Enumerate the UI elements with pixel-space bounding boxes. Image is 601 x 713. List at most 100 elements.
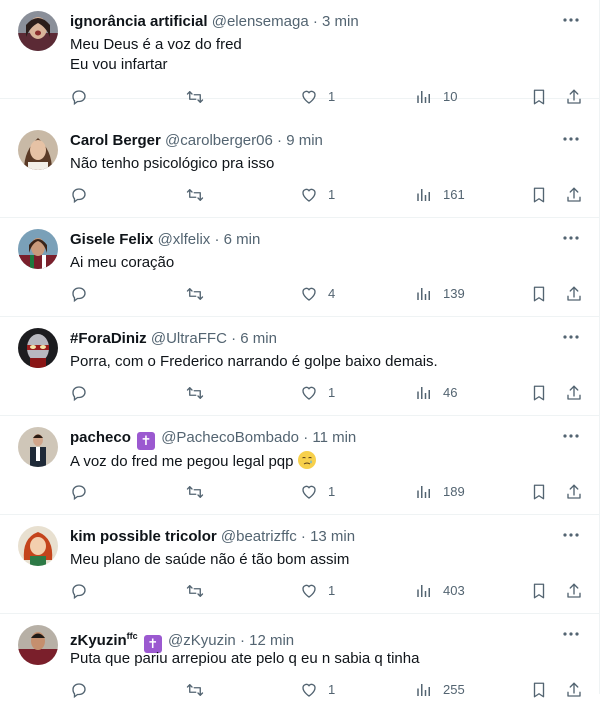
reply-icon (70, 483, 88, 501)
like-button[interactable]: 1 (300, 581, 335, 601)
tweet-text-line: A voz do fred me pegou legal pqp (70, 453, 294, 470)
views-button[interactable]: 46 (415, 383, 457, 403)
retweet-button[interactable] (185, 482, 205, 502)
like-button[interactable]: 1 (300, 680, 335, 700)
timestamp[interactable]: 9 min (286, 132, 323, 149)
handle[interactable]: @elensemaga (212, 13, 309, 30)
timestamp[interactable]: 6 min (240, 330, 277, 347)
avatar[interactable] (18, 229, 58, 269)
views-button[interactable]: 139 (415, 284, 465, 304)
share-button[interactable] (565, 284, 583, 304)
tweet[interactable]: #ForaDiniz @UltraFFC · 6 min Porra, com … (0, 317, 599, 416)
bookmark-button[interactable] (530, 185, 548, 205)
views-button[interactable]: 161 (415, 185, 465, 205)
retweet-button[interactable] (185, 87, 205, 107)
share-icon (565, 384, 583, 402)
tweet-text: A voz do fred me pegou legal pqp (70, 451, 316, 472)
display-name[interactable]: #ForaDiniz (70, 330, 147, 347)
more-icon[interactable] (561, 228, 581, 248)
tweet[interactable]: Carol Berger @carolberger06 · 9 min Não … (0, 119, 599, 218)
share-icon (565, 186, 583, 204)
tweet[interactable]: Gisele Felix @xlfelix · 6 min Ai meu cor… (0, 218, 599, 317)
retweet-icon (185, 88, 205, 106)
retweet-button[interactable] (185, 581, 205, 601)
reply-button[interactable] (70, 680, 88, 700)
retweet-button[interactable] (185, 284, 205, 304)
more-icon[interactable] (561, 426, 581, 446)
like-button[interactable]: 1 (300, 185, 335, 205)
views-button[interactable]: 10 (415, 87, 457, 107)
handle[interactable]: @zKyuzin (168, 632, 236, 649)
tweet[interactable]: kim possible tricolor @beatrizffc · 13 m… (0, 515, 599, 614)
views-button[interactable]: 403 (415, 581, 465, 601)
bookmark-button[interactable] (530, 383, 548, 403)
bookmark-button[interactable] (530, 482, 548, 502)
tweet[interactable]: pacheco ✝ @PachecoBombado · 11 min A voz… (0, 416, 599, 515)
display-name[interactable]: ignorância artificial (70, 13, 208, 30)
more-icon[interactable] (561, 525, 581, 545)
share-button[interactable] (565, 185, 583, 205)
retweet-button[interactable] (185, 680, 205, 700)
bookmark-button[interactable] (530, 87, 548, 107)
timestamp[interactable]: 11 min (312, 429, 356, 446)
display-name[interactable]: Gisele Felix (70, 231, 153, 248)
avatar[interactable] (18, 427, 58, 467)
reply-button[interactable] (70, 185, 88, 205)
bookmark-button[interactable] (530, 284, 548, 304)
display-name[interactable]: pacheco (70, 429, 131, 446)
timestamp[interactable]: 13 min (310, 528, 355, 545)
reply-button[interactable] (70, 581, 88, 601)
heart-icon (300, 384, 318, 402)
view-count: 255 (443, 682, 465, 697)
retweet-button[interactable] (185, 383, 205, 403)
tweet-text: Não tenho psicológico pra isso (70, 154, 274, 174)
handle[interactable]: @xlfelix (158, 231, 211, 248)
reply-button[interactable] (70, 87, 88, 107)
reply-icon (70, 285, 88, 303)
like-button[interactable]: 1 (300, 87, 335, 107)
share-button[interactable] (565, 482, 583, 502)
more-icon[interactable] (561, 129, 581, 149)
tweet-text-line: Ai meu coração (70, 254, 175, 271)
bookmark-icon (530, 186, 548, 204)
avatar[interactable] (18, 11, 58, 51)
reply-button[interactable] (70, 284, 88, 304)
views-button[interactable]: 255 (415, 680, 465, 700)
more-icon[interactable] (561, 624, 581, 644)
share-button[interactable] (565, 680, 583, 700)
like-button[interactable]: 4 (300, 284, 335, 304)
like-button[interactable]: 1 (300, 383, 335, 403)
timestamp[interactable]: 12 min (249, 632, 294, 649)
reply-button[interactable] (70, 383, 88, 403)
more-icon[interactable] (561, 10, 581, 30)
avatar[interactable] (18, 526, 58, 566)
tweet[interactable]: ignorância artificial @elensemaga · 3 mi… (0, 0, 599, 106)
separator: · (214, 231, 220, 248)
timestamp[interactable]: 6 min (224, 231, 261, 248)
handle[interactable]: @UltraFFC (151, 330, 227, 347)
action-bar: 1 255 (0, 680, 599, 700)
share-button[interactable] (565, 87, 583, 107)
display-name[interactable]: kim possible tricolor (70, 528, 217, 545)
display-name[interactable]: zKyuzin (70, 632, 127, 649)
share-button[interactable] (565, 581, 583, 601)
handle[interactable]: @carolberger06 (165, 132, 273, 149)
timestamp[interactable]: 3 min (322, 13, 359, 30)
retweet-button[interactable] (185, 185, 205, 205)
bookmark-button[interactable] (530, 680, 548, 700)
tweet[interactable]: zKyuzinffc ✝ @zKyuzin · 12 min Puta que … (0, 614, 599, 713)
handle[interactable]: @PachecoBombado (161, 429, 299, 446)
reply-button[interactable] (70, 482, 88, 502)
share-button[interactable] (565, 383, 583, 403)
avatar[interactable] (18, 328, 58, 368)
display-name[interactable]: Carol Berger (70, 132, 161, 149)
avatar[interactable] (18, 625, 58, 665)
more-icon[interactable] (561, 327, 581, 347)
avatar[interactable] (18, 130, 58, 170)
bookmark-button[interactable] (530, 581, 548, 601)
separator: · (300, 528, 306, 545)
like-button[interactable]: 1 (300, 482, 335, 502)
handle[interactable]: @beatrizffc (221, 528, 297, 545)
views-button[interactable]: 189 (415, 482, 465, 502)
tweet-text: Porra, com o Frederico narrando é golpe … (70, 352, 438, 372)
